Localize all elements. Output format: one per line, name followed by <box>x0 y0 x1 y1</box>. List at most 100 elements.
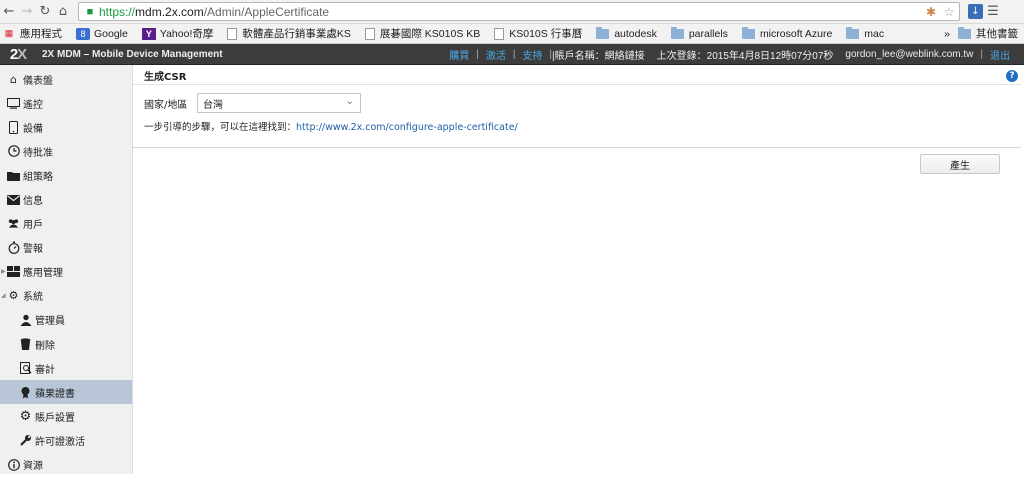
country-label: 國家/地區 <box>144 99 188 111</box>
sidebar-item-alerts[interactable]: 警報 <box>0 236 132 260</box>
sidebar-item-remote[interactable]: 遙控 <box>0 91 132 115</box>
bookmark-folder-autodesk[interactable]: autodesk <box>596 26 657 40</box>
sidebar-item-license-activation[interactable]: 許可證激活 <box>0 428 132 452</box>
bookmark-folder-parallels[interactable]: parallels <box>670 26 728 40</box>
address-bar[interactable]: ■ https://mdm.2x.com/Admin/AppleCertific… <box>78 2 960 21</box>
last-login: 上次登錄：2015年4月8日12時07分07秒 <box>656 50 834 62</box>
monitor-icon <box>7 97 20 110</box>
sidebar-item-label: 系統 <box>23 292 43 304</box>
home-icon: ⌂ <box>10 72 17 86</box>
sidebar-item-system[interactable]: ◢ ⚙ 系統 <box>0 284 132 308</box>
back-arrow-icon[interactable]: ← <box>0 2 18 22</box>
url-text: https://mdm.2x.com/Admin/AppleCertificat… <box>99 4 330 19</box>
apps-icon <box>7 265 20 278</box>
bookmark-label: 其他書籤 <box>976 28 1018 40</box>
sidebar-item-label: 資源 <box>23 461 43 473</box>
bookmark-page[interactable]: 軟體產品行銷事業處KS <box>227 26 351 41</box>
generate-button[interactable]: 產生 <box>920 154 1000 174</box>
collapse-arrow-icon[interactable]: ◢ <box>1 292 6 299</box>
sidebar-item-messages[interactable]: 信息 <box>0 187 132 211</box>
gears-icon: ⚙ <box>8 289 19 303</box>
sidebar-item-administrators[interactable]: 管理員 <box>0 308 132 332</box>
country-select[interactable]: 台灣 ⌄ <box>197 93 361 113</box>
sidebar-item-pending[interactable]: 待批准 <box>0 139 132 163</box>
stopwatch-icon <box>7 241 20 255</box>
reload-icon[interactable]: ↻ <box>36 2 54 22</box>
bookmark-apps[interactable]: ▦ 應用程式 <box>2 26 62 41</box>
yahoo-icon: Y <box>141 27 156 40</box>
apps-grid-icon: ▦ <box>4 28 14 38</box>
bookmark-folder-azure[interactable]: microsoft Azure <box>741 26 833 40</box>
folder-icon <box>670 26 684 39</box>
country-selected-value: 台灣 <box>203 99 223 111</box>
sidebar-item-label: 管理員 <box>35 316 65 328</box>
audit-icon <box>19 362 32 375</box>
sidebar-item-resources[interactable]: 資源 <box>0 453 132 477</box>
folder-icon <box>596 26 610 39</box>
csr-panel: 生成CSR ? 國家/地區 台灣 ⌄ 一步引導的步驟，可以在這裡找到：http:… <box>133 67 1021 148</box>
bookmark-label: Google <box>94 27 128 40</box>
forward-arrow-icon[interactable]: → <box>18 2 36 22</box>
account-name: |賬戶名稱：網絡鏈接 <box>552 50 645 62</box>
folder-icon <box>846 26 860 39</box>
download-icon[interactable]: ↓ <box>968 4 983 19</box>
sidebar-item-audit[interactable]: 審計 <box>0 356 132 380</box>
home-icon[interactable]: ⌂ <box>54 2 72 22</box>
bookmark-label: 展碁國際 KS010S KB <box>379 28 481 40</box>
sidebar-item-label: 蘋果證書 <box>35 388 75 400</box>
lock-icon: ■ <box>86 5 94 18</box>
logout-link[interactable]: 退出 <box>990 47 1010 62</box>
bookmark-folder-mac[interactable]: mac <box>846 26 885 40</box>
other-bookmarks[interactable]: 其他書籤 <box>958 26 1018 41</box>
chevron-down-icon: ⌄ <box>345 96 354 107</box>
users-icon <box>7 217 20 230</box>
menu-icon[interactable]: ☰ <box>983 3 1003 21</box>
sidebar-item-label: 審計 <box>35 364 55 376</box>
wrench-icon <box>19 434 32 447</box>
sidebar-item-group-policy[interactable]: 組策略 <box>0 163 132 187</box>
sidebar-item-dashboard[interactable]: ⌂ 儀表盤 <box>0 67 132 91</box>
star-icon[interactable]: ☆ <box>941 5 957 19</box>
sidebar-item-devices[interactable]: 設備 <box>0 115 132 139</box>
bookmark-google[interactable]: 8 Google <box>76 27 128 40</box>
bookmark-label: mac <box>864 27 885 40</box>
app-title: 2X MDM – Mobile Device Management <box>42 48 223 60</box>
bookmark-label: KS010S 行事曆 <box>509 28 583 40</box>
guide-link[interactable]: http://www.2x.com/configure-apple-certif… <box>296 122 518 133</box>
bookmark-label: parallels <box>688 27 728 40</box>
expand-arrow-icon[interactable]: ▶ <box>1 268 6 275</box>
app-header: 2X 2X MDM – Mobile Device Management 購買 … <box>0 44 1024 65</box>
activate-link[interactable]: 激活 <box>486 47 506 62</box>
guide-text: 一步引導的步驟，可以在這裡找到： <box>144 122 297 133</box>
sidebar-item-app-management[interactable]: ▶ 應用管理 <box>0 260 132 284</box>
extension-icon[interactable]: ✱ <box>923 5 939 19</box>
bookmark-yahoo[interactable]: Y Yahoo!奇摩 <box>141 26 213 41</box>
support-link[interactable]: 支持 <box>522 47 542 62</box>
bookmark-page[interactable]: KS010S 行事曆 <box>494 26 582 41</box>
sidebar-item-label: 待批准 <box>23 147 53 159</box>
bookmark-page[interactable]: 展碁國際 KS010S KB <box>364 26 481 41</box>
sidebar-item-users[interactable]: 用戶 <box>0 212 132 236</box>
sidebar-item-delete[interactable]: 刪除 <box>0 332 132 356</box>
sidebar-item-apple-certificate[interactable]: 蘋果證書 <box>0 380 132 405</box>
panel-title: 生成CSR ? <box>133 67 1021 85</box>
more-bookmarks-chevron[interactable]: » <box>944 28 950 40</box>
trash-icon <box>19 338 32 351</box>
bookmark-label: microsoft Azure <box>759 27 833 40</box>
folder-icon <box>741 26 755 39</box>
admin-icon <box>19 313 32 326</box>
sidebar-item-label: 警報 <box>23 244 43 256</box>
sidebar-item-account-settings[interactable]: ⚙ 賬戶設置 <box>0 404 132 428</box>
sidebar-item-label: 用戶 <box>23 220 43 232</box>
bookmark-label: 應用程式 <box>20 28 62 40</box>
clock-icon <box>7 145 20 158</box>
sidebar-item-label: 應用管理 <box>23 268 63 280</box>
buy-link[interactable]: 購買 <box>449 47 469 62</box>
page-icon <box>364 27 375 40</box>
bookmark-label: 軟體產品行銷事業處KS <box>242 28 351 40</box>
help-icon[interactable]: ? <box>1006 70 1018 82</box>
main-content: 生成CSR ? 國家/地區 台灣 ⌄ 一步引導的步驟，可以在這裡找到：http:… <box>133 65 1024 474</box>
sidebar-item-label: 遙控 <box>23 99 43 111</box>
sidebar-item-label: 儀表盤 <box>23 75 53 87</box>
page-icon <box>494 27 505 40</box>
